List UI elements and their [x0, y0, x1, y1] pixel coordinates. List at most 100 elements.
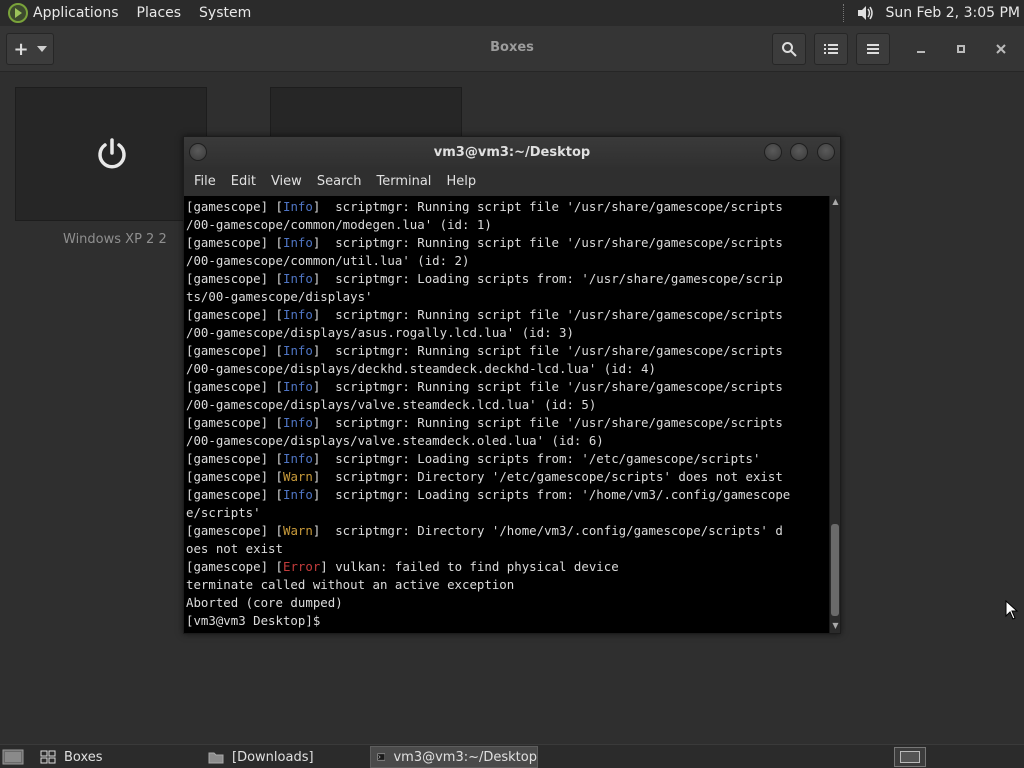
- taskbar-item-downloads[interactable]: [Downloads]: [202, 746, 368, 768]
- terminal-output[interactable]: [gamescope] [Info] scriptmgr: Running sc…: [184, 196, 829, 633]
- workspace-switcher[interactable]: [894, 747, 926, 767]
- log-level-warn: Warn: [282, 523, 313, 538]
- workspace-window: [900, 751, 920, 763]
- line-prefix: [gamescope] [: [186, 415, 283, 430]
- vm-thumbnail[interactable]: [15, 87, 207, 221]
- line-prefix: [gamescope] [: [186, 235, 283, 250]
- terminal-line: [gamescope] [Info] scriptmgr: Running sc…: [186, 198, 829, 216]
- line-message: ] scriptmgr: Directory '/home/vm3/.confi…: [312, 523, 783, 538]
- close-button[interactable]: [991, 39, 1011, 59]
- menu-view[interactable]: View: [271, 174, 302, 189]
- line-text: oes not exist: [186, 541, 283, 556]
- close-button[interactable]: [817, 143, 835, 161]
- terminal-line: terminate called without an active excep…: [186, 576, 829, 594]
- terminal-window: vm3@vm3:~/Desktop File Edit View Search …: [183, 136, 841, 634]
- terminal-line: [vm3@vm3 Desktop]$: [186, 612, 829, 630]
- maximize-button[interactable]: [790, 143, 808, 161]
- scroll-up-icon[interactable]: ▲: [831, 197, 840, 207]
- terminal-line: [gamescope] [Info] scriptmgr: Running sc…: [186, 342, 829, 360]
- line-text: terminate called without an active excep…: [186, 577, 515, 592]
- minimize-button[interactable]: [911, 39, 931, 59]
- log-level-info: Info: [282, 235, 313, 250]
- places-menu[interactable]: Places: [137, 5, 182, 21]
- line-message: ] scriptmgr: Running script file '/usr/s…: [312, 379, 783, 394]
- mate-logo-icon[interactable]: [7, 2, 29, 24]
- minimize-button[interactable]: [764, 143, 782, 161]
- terminal-line: oes not exist: [186, 540, 829, 558]
- terminal-line: [gamescope] [Info] scriptmgr: Running sc…: [186, 306, 829, 324]
- terminal-icon: [377, 753, 386, 761]
- line-text: e/scripts': [186, 505, 261, 520]
- list-view-button[interactable]: [814, 33, 848, 65]
- scroll-down-icon[interactable]: ▼: [831, 621, 840, 631]
- terminal-line: [gamescope] [Info] scriptmgr: Loading sc…: [186, 270, 829, 288]
- log-level-warn: Warn: [282, 469, 313, 484]
- power-icon: [98, 138, 126, 169]
- line-prefix: [gamescope] [: [186, 559, 283, 574]
- terminal-line: [gamescope] [Info] scriptmgr: Running sc…: [186, 234, 829, 252]
- line-message: ] scriptmgr: Loading scripts from: '/hom…: [312, 487, 791, 502]
- maximize-button[interactable]: [951, 39, 971, 59]
- line-prefix: [gamescope] [: [186, 307, 283, 322]
- terminal-line: /00-gamescope/displays/valve.steamdeck.o…: [186, 432, 829, 450]
- line-message: ] scriptmgr: Running script file '/usr/s…: [312, 415, 783, 430]
- search-button[interactable]: [772, 33, 806, 65]
- log-level-info: Info: [282, 487, 313, 502]
- system-menu[interactable]: System: [199, 5, 251, 21]
- menu-search[interactable]: Search: [317, 174, 362, 189]
- hamburger-icon: [867, 44, 879, 54]
- log-level-info: Info: [282, 199, 313, 214]
- line-text: /00-gamescope/common/modegen.lua' (id: 1…: [186, 217, 492, 232]
- taskbar-label: vm3@vm3:~/Desktop: [393, 749, 537, 765]
- terminal-menubar: File Edit View Search Terminal Help: [184, 167, 840, 195]
- terminal-line: [gamescope] [Warn] scriptmgr: Directory …: [186, 522, 829, 540]
- log-level-info: Info: [282, 343, 313, 358]
- menu-file[interactable]: File: [194, 174, 216, 189]
- taskbar-item-boxes[interactable]: Boxes: [34, 746, 200, 768]
- scrollbar-thumb[interactable]: [831, 524, 839, 616]
- terminal-titlebar[interactable]: vm3@vm3:~/Desktop: [184, 137, 840, 167]
- boxes-headerbar: + Boxes: [0, 26, 1024, 72]
- vm-thumbnail-2[interactable]: [270, 87, 462, 139]
- line-prefix: [gamescope] [: [186, 487, 283, 502]
- search-icon: [782, 42, 797, 57]
- line-text: [vm3@vm3 Desktop]$: [186, 613, 328, 628]
- terminal-line: [gamescope] [Info] scriptmgr: Loading sc…: [186, 486, 829, 504]
- terminal-line: [gamescope] [Warn] scriptmgr: Directory …: [186, 468, 829, 486]
- maximize-icon: [957, 45, 965, 53]
- applications-menu[interactable]: Applications: [33, 5, 119, 21]
- line-prefix: [gamescope] [: [186, 379, 283, 394]
- minimize-icon: [917, 51, 925, 53]
- terminal-line: /00-gamescope/common/util.lua' (id: 2): [186, 252, 829, 270]
- log-level-info: Info: [282, 307, 313, 322]
- terminal-scrollbar[interactable]: ▲ ▼: [829, 196, 840, 633]
- line-text: /00-gamescope/displays/asus.rogally.lcd.…: [186, 325, 574, 340]
- line-prefix: [gamescope] [: [186, 199, 283, 214]
- taskbar-item-terminal[interactable]: vm3@vm3:~/Desktop: [370, 746, 538, 768]
- volume-icon[interactable]: [855, 3, 875, 23]
- terminal-line: [gamescope] [Info] scriptmgr: Loading sc…: [186, 450, 829, 468]
- terminal-line: /00-gamescope/displays/valve.steamdeck.l…: [186, 396, 829, 414]
- line-prefix: [gamescope] [: [186, 451, 283, 466]
- show-desktop-icon[interactable]: [2, 748, 24, 766]
- log-level-info: Info: [282, 415, 313, 430]
- line-text: /00-gamescope/common/util.lua' (id: 2): [186, 253, 470, 268]
- line-message: ] scriptmgr: Running script file '/usr/s…: [312, 199, 783, 214]
- line-prefix: [gamescope] [: [186, 469, 283, 484]
- log-level-info: Info: [282, 451, 313, 466]
- line-message: ] vulkan: failed to find physical device: [320, 559, 619, 574]
- terminal-line: /00-gamescope/common/modegen.lua' (id: 1…: [186, 216, 829, 234]
- menu-terminal[interactable]: Terminal: [376, 174, 431, 189]
- taskbar-label: [Downloads]: [232, 749, 314, 765]
- clock[interactable]: Sun Feb 2, 3:05 PM: [885, 5, 1020, 21]
- panel-separator: [843, 4, 845, 22]
- terminal-line: [gamescope] [Info] scriptmgr: Running sc…: [186, 414, 829, 432]
- main-menu-button[interactable]: [856, 33, 890, 65]
- terminal-line: [gamescope] [Error] vulkan: failed to fi…: [186, 558, 829, 576]
- menu-edit[interactable]: Edit: [231, 174, 256, 189]
- line-message: ] scriptmgr: Running script file '/usr/s…: [312, 307, 783, 322]
- top-panel: Applications Places System Sun Feb 2, 3:…: [0, 0, 1024, 26]
- menu-help[interactable]: Help: [446, 174, 476, 189]
- terminal-title: vm3@vm3:~/Desktop: [433, 145, 591, 160]
- log-level-error: Error: [282, 559, 321, 574]
